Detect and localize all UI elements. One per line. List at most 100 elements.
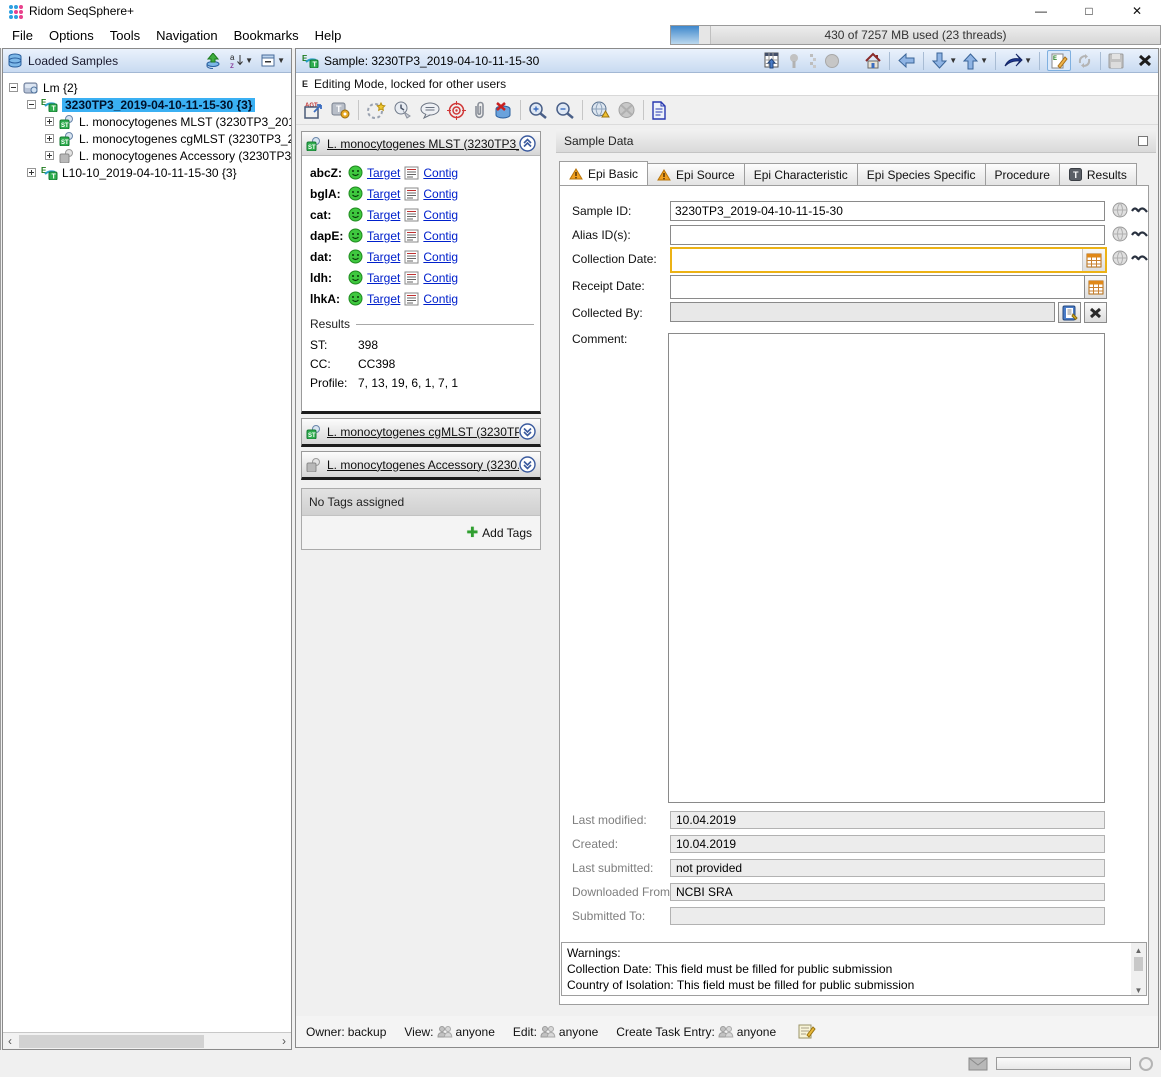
menu-options[interactable]: Options xyxy=(41,25,102,46)
task-settings-icon[interactable]: T xyxy=(331,101,351,119)
target-link[interactable]: Target xyxy=(367,166,400,180)
zoom-out-icon[interactable] xyxy=(555,101,575,119)
menu-navigation[interactable]: Navigation xyxy=(148,25,225,46)
tab-epi-characteristic[interactable]: Epi Characteristic xyxy=(745,163,858,186)
sample-id-input[interactable] xyxy=(670,201,1105,221)
up-arrow-icon[interactable]: ▼ xyxy=(962,52,988,70)
comparison-table-icon[interactable] xyxy=(763,52,781,70)
close-window-icon[interactable] xyxy=(1138,54,1152,67)
contig-link[interactable]: Contig xyxy=(423,271,458,285)
goto-icon[interactable]: ▼ xyxy=(1003,53,1032,69)
tree-node-accessory[interactable]: L. monocytogenes Accessory (3230TP3_20 xyxy=(3,147,291,164)
collection-date-input[interactable] xyxy=(672,249,1082,271)
tab-results[interactable]: T Results xyxy=(1060,163,1137,186)
collapse-expander-icon[interactable] xyxy=(27,100,36,109)
contig-link[interactable]: Contig xyxy=(423,187,458,201)
target-link[interactable]: Target xyxy=(367,187,400,201)
maximize-panel-icon[interactable] xyxy=(1138,136,1148,146)
expand-panel-chevron-icon[interactable] xyxy=(519,456,536,473)
contig-link[interactable]: Contig xyxy=(423,292,458,306)
collapse-panel-chevron-icon[interactable] xyxy=(519,135,536,152)
back-arrow-icon[interactable] xyxy=(897,52,916,69)
edit-permissions-icon[interactable] xyxy=(798,1023,816,1040)
menu-tools[interactable]: Tools xyxy=(102,25,148,46)
tab-epi-source[interactable]: Epi Source xyxy=(648,163,745,186)
comment-icon[interactable] xyxy=(420,102,440,119)
tree-node-mlst[interactable]: ST L. monocytogenes MLST (3230TP3_2019-0… xyxy=(3,113,291,130)
collapse-view-icon[interactable]: ▼ xyxy=(261,54,285,68)
sort-az-icon[interactable]: az ▼ xyxy=(230,53,253,69)
accessory-panel-header[interactable]: L. monocytogenes Accessory (3230... xyxy=(302,452,540,477)
target-link[interactable]: Target xyxy=(367,271,400,285)
down-arrow-caret[interactable]: ▼ xyxy=(949,56,957,65)
tab-procedure[interactable]: Procedure xyxy=(986,163,1060,186)
tree-node-sample2[interactable]: ET L10-10_2019-04-10-11-15-30 {3} xyxy=(3,164,291,181)
horizontal-scrollbar[interactable] xyxy=(3,1032,291,1049)
add-tags-button[interactable]: ✚ Add Tags xyxy=(466,524,532,541)
maximize-button[interactable]: □ xyxy=(1065,0,1113,22)
scrollbar-thumb[interactable] xyxy=(19,1035,204,1048)
collapse-expander-icon[interactable] xyxy=(9,83,18,92)
target-link[interactable]: Target xyxy=(367,208,400,222)
menu-help[interactable]: Help xyxy=(307,25,350,46)
expand-expander-icon[interactable] xyxy=(45,151,54,160)
contig-link[interactable]: Contig xyxy=(423,208,458,222)
down-arrow-icon[interactable]: ▼ xyxy=(931,52,957,70)
calendar-button[interactable] xyxy=(1084,275,1107,299)
history-icon[interactable] xyxy=(393,101,413,119)
submit-upload-icon[interactable] xyxy=(590,101,610,119)
calendar-button[interactable] xyxy=(1082,249,1105,271)
minimize-button[interactable]: — xyxy=(1017,0,1065,22)
alias-id-input[interactable] xyxy=(670,225,1105,245)
reprocess-icon[interactable] xyxy=(366,101,386,120)
tab-epi-basic[interactable]: Epi Basic xyxy=(559,161,648,186)
target-icon[interactable] xyxy=(447,101,466,120)
mlst-panel-header[interactable]: ST L. monocytogenes MLST (3230TP3_2... xyxy=(302,132,540,156)
accessory-panel-title[interactable]: L. monocytogenes Accessory (3230... xyxy=(327,458,519,472)
scroll-right-arrow-icon[interactable] xyxy=(277,1034,291,1048)
contig-link[interactable]: Contig xyxy=(423,166,458,180)
messages-envelope-icon[interactable] xyxy=(968,1057,988,1071)
address-book-button[interactable] xyxy=(1058,302,1081,323)
comment-textarea[interactable] xyxy=(668,333,1105,803)
cgmlst-panel-title[interactable]: L. monocytogenes cgMLST (3230TP3... xyxy=(327,425,519,439)
sort-dropdown-caret[interactable]: ▼ xyxy=(245,56,253,65)
tree-node-cgmlst[interactable]: ST L. monocytogenes cgMLST (3230TP3_2019… xyxy=(3,130,291,147)
zoom-in-icon[interactable] xyxy=(528,101,548,119)
menu-file[interactable]: File xyxy=(4,25,41,46)
scroll-up-arrow-icon[interactable]: ▲ xyxy=(1135,943,1143,955)
up-arrow-caret[interactable]: ▼ xyxy=(980,56,988,65)
close-button[interactable]: ✕ xyxy=(1113,0,1161,22)
expand-expander-icon[interactable] xyxy=(45,134,54,143)
tree-node-sample-selected[interactable]: ET 3230TP3_2019-04-10-11-15-30 {3} xyxy=(3,96,291,113)
report-icon[interactable] xyxy=(651,101,667,120)
target-link[interactable]: Target xyxy=(367,250,400,264)
tab-epi-species-specific[interactable]: Epi Species Specific xyxy=(858,163,986,186)
tree-node-project[interactable]: Lm {2} xyxy=(3,79,291,96)
export-assembly-icon[interactable]: AGT xyxy=(304,101,324,120)
contig-link[interactable]: Contig xyxy=(423,229,458,243)
home-icon[interactable] xyxy=(864,52,882,69)
warnings-scrollbar[interactable]: ▲ ▼ xyxy=(1131,943,1146,995)
expand-expander-icon[interactable] xyxy=(27,168,36,177)
cgmlst-panel-header[interactable]: ST L. monocytogenes cgMLST (3230TP3... xyxy=(302,419,540,444)
menu-bookmarks[interactable]: Bookmarks xyxy=(226,25,307,46)
target-link[interactable]: Target xyxy=(367,292,400,306)
edit-mode-icon-active[interactable]: E xyxy=(1047,50,1071,71)
mlst-panel-title[interactable]: L. monocytogenes MLST (3230TP3_2... xyxy=(327,137,519,151)
collected-by-label: Collected By: xyxy=(572,306,643,320)
import-samples-icon[interactable] xyxy=(205,53,222,69)
scroll-down-arrow-icon[interactable]: ▼ xyxy=(1135,983,1143,995)
attachment-icon[interactable] xyxy=(473,101,486,120)
goto-caret[interactable]: ▼ xyxy=(1024,56,1032,65)
delete-from-database-icon[interactable] xyxy=(493,101,513,119)
scrollbar-thumb[interactable] xyxy=(1134,957,1143,971)
contig-link[interactable]: Contig xyxy=(423,250,458,264)
expand-panel-chevron-icon[interactable] xyxy=(519,423,536,440)
clear-field-button[interactable] xyxy=(1084,302,1107,323)
receipt-date-input[interactable] xyxy=(670,275,1084,299)
collapse-dropdown-caret[interactable]: ▼ xyxy=(277,56,285,65)
expand-expander-icon[interactable] xyxy=(45,117,54,126)
scroll-left-arrow-icon[interactable] xyxy=(3,1034,17,1048)
target-link[interactable]: Target xyxy=(367,229,400,243)
